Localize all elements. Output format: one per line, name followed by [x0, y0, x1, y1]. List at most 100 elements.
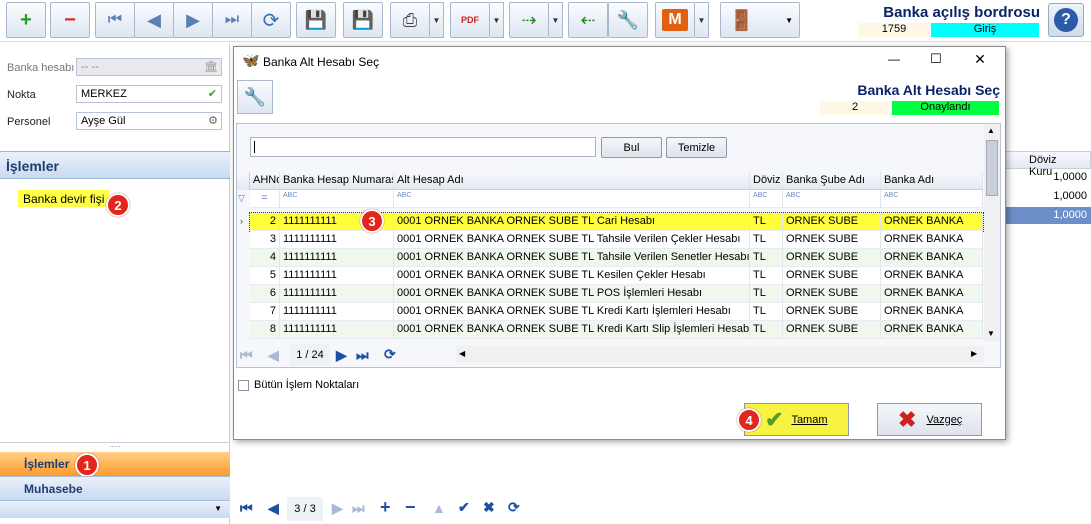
minimize-button[interactable]: —	[884, 52, 904, 66]
filter-banka[interactable]: ABC	[881, 190, 983, 207]
chevron-down-icon: ▼	[492, 15, 501, 25]
cell-banka-adi: ORNEK BANKA	[881, 285, 983, 302]
banka-devir-fisi-item[interactable]: Banka devir fişi	[18, 190, 110, 207]
refresh-icon[interactable]: ⟳	[508, 499, 520, 516]
dialog-last-page-icon[interactable]: ⏭	[356, 347, 369, 364]
first-record-button[interactable]: ⏮	[95, 2, 135, 38]
horizontal-scrollbar[interactable]	[456, 346, 984, 362]
delete-row-icon[interactable]: −	[405, 497, 416, 518]
cell-doviz: TL	[750, 231, 783, 248]
personel-field[interactable]: Ayşe Gül ⚙	[76, 112, 222, 130]
grid-filter-row: = ABC ABC ABC ABC ABC	[250, 190, 983, 208]
tamam-label: Tamam	[791, 413, 828, 426]
filter-sube[interactable]: ABC	[783, 190, 881, 207]
scroll-thumb[interactable]	[986, 140, 998, 196]
search-input[interactable]	[250, 137, 596, 157]
maximize-button[interactable]: ☐	[926, 51, 946, 67]
table-row[interactable]: 6 1111111111 0001 ORNEK BANKA ORNEK SUBE T…	[250, 285, 983, 303]
save-cancel-button[interactable]: 💾	[343, 2, 383, 38]
cell-alt-hesap-adi: 0001 ORNEK BANKA ORNEK SUBE TL Kesilen Ç…	[394, 267, 750, 284]
save-button[interactable]: 💾	[296, 2, 336, 38]
nav-item-muhasebe-label: Muhasebe	[24, 482, 83, 496]
add-button[interactable]: +	[6, 2, 46, 38]
scroll-down-icon[interactable]: ▼	[987, 329, 995, 338]
bank-icon: 🏛	[204, 61, 218, 73]
table-row[interactable]: 8 1111111111 0001 ORNEK BANKA ORNEK SUBE T…	[250, 321, 983, 339]
next-record-button[interactable]: ▶	[173, 2, 213, 38]
temizle-button[interactable]: Temizle	[666, 137, 727, 158]
last-record-button[interactable]: ⏭	[212, 2, 252, 38]
filter-equals-icon[interactable]: =	[250, 190, 280, 207]
filter-icon[interactable]: ▽	[238, 193, 245, 204]
col-banka-adi[interactable]: Banka Adı	[881, 172, 983, 189]
cell-banka-adi: ORNEK BANKA	[881, 249, 983, 266]
bg-grid-cell: 1,0000	[1053, 171, 1087, 183]
cell-alt-hesap-adi: 0001 ORNEK BANKA ORNEK SUBE TL Tahsile V…	[394, 249, 750, 266]
exit-button[interactable]: 🚪 ▼	[720, 2, 800, 38]
refresh-button[interactable]: ⟳	[251, 2, 291, 38]
refresh-icon: ⟳	[262, 9, 280, 32]
last-record-icon: ⏭	[224, 11, 240, 28]
table-row[interactable]: 3 1111111111 0001 ORNEK BANKA ORNEK SUBE T…	[250, 231, 983, 249]
m-module-dropdown[interactable]: ▼	[695, 2, 709, 38]
col-alt-hesap-adi[interactable]: Alt Hesap Adı	[394, 172, 750, 189]
first-page-icon[interactable]: ⏮	[240, 500, 253, 517]
dialog-next-page-icon[interactable]: ▶	[336, 347, 347, 364]
all-points-checkbox[interactable]	[238, 380, 249, 391]
dialog-tools-button[interactable]: 🔧	[237, 80, 273, 114]
col-ahno[interactable]: AHNo	[250, 172, 280, 189]
filter-alt-hesap[interactable]: ABC	[394, 190, 750, 207]
dialog-header-number: 2	[820, 101, 890, 115]
all-points-label: Bütün İşlem Noktaları	[254, 379, 360, 391]
bg-grid-cell-selected: 1,0000	[1004, 207, 1091, 224]
nokta-value: MERKEZ	[81, 88, 127, 100]
nav-overflow[interactable]: ▼	[0, 500, 230, 518]
cell-hesap-no: 1111111111	[280, 231, 394, 248]
dialog-refresh-icon[interactable]: ⟳	[384, 346, 396, 363]
personel-value: Ayşe Gül	[81, 115, 126, 127]
table-row[interactable]: 4 1111111111 0001 ORNEK BANKA ORNEK SUBE T…	[250, 249, 983, 267]
cancel-edit-icon[interactable]: ✖	[483, 499, 495, 516]
delete-button[interactable]: −	[50, 2, 90, 38]
export-dropdown[interactable]: ▼	[549, 2, 563, 38]
butterfly-icon: 🦋	[242, 52, 260, 68]
apply-icon[interactable]: ✔	[458, 499, 470, 516]
cell-banka-adi: ORNEK BANKA	[881, 303, 983, 320]
import-button[interactable]: ⇠	[568, 2, 608, 38]
dialog-prev-page-icon: ◀	[268, 347, 279, 363]
add-row-icon[interactable]: +	[380, 497, 391, 518]
m-module-button[interactable]: M	[655, 2, 695, 38]
bul-button[interactable]: Bul	[601, 137, 662, 158]
pdf-dropdown[interactable]: ▼	[490, 2, 504, 38]
table-row[interactable]: 5 1111111111 0001 ORNEK BANKA ORNEK SUBE T…	[250, 267, 983, 285]
tools-icon: 🔧	[243, 86, 267, 107]
nav-item-muhasebe[interactable]: Muhasebe	[0, 476, 230, 500]
export-button[interactable]: ⇢	[509, 2, 549, 38]
prev-page-icon[interactable]: ◀	[268, 500, 279, 517]
print-button[interactable]: ⎙	[390, 2, 430, 38]
filter-doviz[interactable]: ABC	[750, 190, 783, 207]
col-banka-hesap-numarasi[interactable]: Banka Hesap Numarası	[280, 172, 394, 189]
cell-banka-adi: ORNEK BANKA	[881, 231, 983, 248]
nav-grip[interactable]: .....	[0, 441, 230, 452]
close-button[interactable]: ✕	[970, 51, 990, 68]
filter-ahno[interactable]: ABC	[280, 190, 394, 207]
pdf-export-button[interactable]: PDF	[450, 2, 490, 38]
help-button[interactable]: ?	[1048, 3, 1084, 37]
scroll-up-icon[interactable]: ▲	[987, 126, 995, 135]
table-row[interactable]: 7 1111111111 0001 ORNEK BANKA ORNEK SUBE T…	[250, 303, 983, 321]
cell-sube-adi: ORNEK SUBE	[783, 303, 881, 320]
nav-item-islemler[interactable]: İşlemler	[0, 452, 230, 476]
export-icon: ⇢	[521, 9, 537, 30]
cell-sube-adi: ORNEK SUBE	[783, 285, 881, 302]
scroll-left-icon[interactable]: ◀	[459, 349, 465, 358]
scroll-right-icon[interactable]: ▶	[971, 349, 977, 358]
col-doviz[interactable]: Döviz	[750, 172, 783, 189]
print-dropdown[interactable]: ▼	[430, 2, 444, 38]
prev-record-button[interactable]: ◀	[134, 2, 174, 38]
nokta-field[interactable]: MERKEZ ✔	[76, 85, 222, 103]
tools-button[interactable]: 🔧	[608, 2, 648, 38]
col-banka-sube-adi[interactable]: Banka Şube Adı	[783, 172, 881, 189]
step-badge-3: 3	[360, 209, 384, 233]
vazgec-button[interactable]: ✖ Vazgeç	[877, 403, 982, 436]
